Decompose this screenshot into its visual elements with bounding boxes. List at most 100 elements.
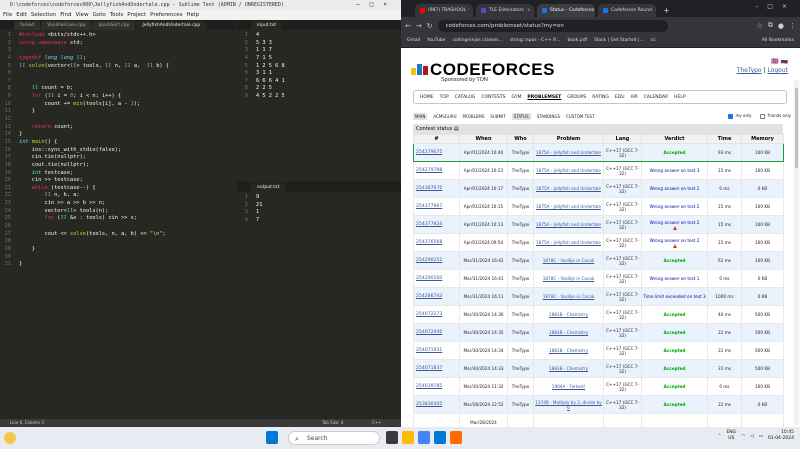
submission-link[interactable]: 254071931 <box>416 348 442 353</box>
nav-rating[interactable]: RATING <box>592 95 609 100</box>
submission-who[interactable]: TheTypo <box>507 341 534 360</box>
my-only-checkbox[interactable]: my only <box>728 113 751 119</box>
code-line[interactable]: int testcase; <box>19 170 169 178</box>
problem-link[interactable]: 1904A - Forked! <box>552 384 585 389</box>
submission-problem[interactable]: 1875A - Jellyfish and Undertale <box>533 179 604 198</box>
address-bar[interactable]: codeforces.com/problemset/status?my=on <box>437 19 668 32</box>
volume-icon[interactable]: ◁ <box>750 434 753 439</box>
nav-calendar[interactable]: CALENDAR <box>644 95 669 100</box>
problem-link[interactable]: 1875A - Jellyfish and Undertale <box>536 168 601 173</box>
subnav-standings[interactable]: STANDINGS <box>537 114 560 119</box>
submission-who[interactable]: TheTypo <box>507 143 534 162</box>
code-line[interactable]: 2 2 5 <box>256 85 285 93</box>
code-line[interactable] <box>19 254 169 262</box>
submission-who[interactable]: TheTypo <box>507 287 534 306</box>
submission-who[interactable]: TheTypo <box>507 215 534 234</box>
battery-icon[interactable]: ▭ <box>759 434 763 439</box>
code-line[interactable]: } <box>19 261 169 269</box>
flag-icons[interactable]: 🇬🇧 🇷🇺 <box>737 58 788 65</box>
code-line[interactable]: 1 <box>256 209 262 217</box>
problem-link[interactable]: 1875A - Jellyfish and Undertale <box>536 150 601 155</box>
tab-close-icon[interactable]: × <box>472 8 473 13</box>
code-line[interactable] <box>19 116 169 124</box>
problem-link[interactable]: 1883B - Chemistry <box>549 330 588 335</box>
submission-id[interactable] <box>413 413 460 427</box>
submission-link[interactable]: 254279675 <box>416 150 442 155</box>
windows-start-icon[interactable] <box>266 431 278 444</box>
submission-link[interactable]: 254286743 <box>416 294 442 299</box>
logout-link[interactable]: Logout <box>767 67 788 74</box>
code-line[interactable]: for (ll &x : tools) cin >> x; <box>19 215 169 223</box>
submission-id[interactable]: 254286743 <box>413 287 460 306</box>
input-editor[interactable]: 123456789 45 3 31 1 77 1 51 2 5 6 83 1 1… <box>237 30 401 101</box>
syntax-lang[interactable]: C++ <box>372 420 382 425</box>
submission-link[interactable]: 254376568 <box>416 240 442 245</box>
bookmark-item[interactable]: All Bookmarks <box>762 38 794 43</box>
bookmark-item[interactable]: string::npos - C++ R... <box>510 38 561 43</box>
code-line[interactable]: cout.tie(nullptr); <box>19 162 169 170</box>
code-line[interactable]: ios::sync_with_stdio(false); <box>19 147 169 155</box>
subnav-custom-test[interactable]: CUSTOM TEST <box>566 114 595 119</box>
submission-id[interactable]: 254039785 <box>413 377 460 396</box>
submission-who[interactable]: TheTypo <box>507 323 534 342</box>
menu-item-edit[interactable]: Edit <box>16 12 27 20</box>
submission-link[interactable]: 254072046 <box>416 330 442 335</box>
submission-problem[interactable]: 1904A - Forked! <box>533 377 604 396</box>
submission-link[interactable]: 254039785 <box>416 384 442 389</box>
submission-id[interactable]: 254072273 <box>413 305 460 324</box>
tab-close-icon[interactable]: × <box>527 8 531 13</box>
subnav-acmsguru[interactable]: ACMSGURU <box>433 114 456 119</box>
submission-link[interactable]: 254387676 <box>416 186 442 191</box>
code-line[interactable] <box>19 70 169 78</box>
menu-item-preferences[interactable]: Preferences <box>150 12 182 20</box>
submission-who[interactable]: TheTypo <box>507 161 534 180</box>
sublime-icon[interactable] <box>450 431 462 444</box>
code-line[interactable]: 7 <box>256 217 262 225</box>
browser-tab[interactable]: (987) TRASHOOL -× <box>415 4 473 17</box>
file-tab[interactable]: forked <box>14 21 41 30</box>
code-line[interactable] <box>19 223 169 231</box>
subnav-main[interactable]: MAIN <box>413 112 428 120</box>
codeforces-logo[interactable]: CODEFORCES Sponsored by TON <box>411 60 555 83</box>
submission-who[interactable]: TheTypo <box>507 179 534 198</box>
input-pane[interactable]: input.txt 123456789 45 3 31 1 77 1 51 2 … <box>237 20 401 180</box>
submission-who[interactable]: TheTypo <box>507 359 534 378</box>
problem-link[interactable]: 1374B - Multiply by 2, divide by 6 <box>535 400 602 410</box>
code-line[interactable]: ll count = b; <box>19 85 169 93</box>
submission-problem[interactable]: 1875A - Jellyfish and Undertale <box>533 197 604 216</box>
submission-id[interactable]: 254377967 <box>413 197 460 216</box>
code-line[interactable]: } <box>19 131 169 139</box>
submission-id[interactable]: 254290160 <box>413 269 460 288</box>
menu-item-help[interactable]: Help <box>186 12 199 20</box>
problem-link[interactable]: 1878C - Vasilije in Cacak <box>543 258 595 263</box>
submission-problem[interactable]: 1883B - Chemistry <box>533 305 604 324</box>
browser-window-controls[interactable]: –□× <box>755 3 796 10</box>
bookmark-item[interactable]: codingninjas classes... <box>452 38 502 43</box>
menu-item-goto[interactable]: Goto <box>93 12 106 20</box>
output-editor[interactable]: 1234 9 21 1 7 <box>237 192 401 225</box>
task-view-icon[interactable] <box>386 431 398 444</box>
submission-id[interactable]: 254071931 <box>413 341 460 360</box>
submission-id[interactable]: 254376568 <box>413 233 460 252</box>
submission-problem[interactable]: 1374B - Multiply by 2, divide by 6 <box>533 395 604 414</box>
code-line[interactable]: } <box>19 108 169 116</box>
bookmark-item[interactable]: Slack | Get Started |... <box>594 38 644 43</box>
submission-link[interactable]: 254290252 <box>416 258 442 263</box>
nav-groups[interactable]: GROUPS <box>567 95 586 100</box>
submission-who[interactable]: TheTypo <box>507 197 534 216</box>
code-line[interactable]: cin >> a >> b >> n; <box>19 200 169 208</box>
submission-problem[interactable]: 1875A - Jellyfish and Undertale <box>533 143 604 162</box>
code-line[interactable]: cout << solve(tools, n, a, b) << "\n"; <box>19 231 169 239</box>
code-line[interactable] <box>19 238 169 246</box>
code-editor[interactable]: 1 2 3 4 5 6 7 8 9 10 11 12 13 14 15 16 17 18 19 20 21 22 23 24 2… <box>0 30 236 269</box>
code-line[interactable]: 9 <box>256 194 262 202</box>
submission-id[interactable]: 254071837 <box>413 359 460 378</box>
submission-link[interactable]: 253830305 <box>416 402 442 407</box>
submission-who[interactable]: TheTypo <box>507 395 534 414</box>
file-explorer-icon[interactable] <box>402 431 414 444</box>
subnav-problems[interactable]: PROBLEMS <box>463 114 485 119</box>
profile-icon[interactable]: ● <box>778 22 784 30</box>
code-line[interactable]: int main() { <box>19 139 169 147</box>
code-line[interactable]: 5 3 3 <box>256 40 285 48</box>
code-line[interactable]: cin >> testcase; <box>19 177 169 185</box>
